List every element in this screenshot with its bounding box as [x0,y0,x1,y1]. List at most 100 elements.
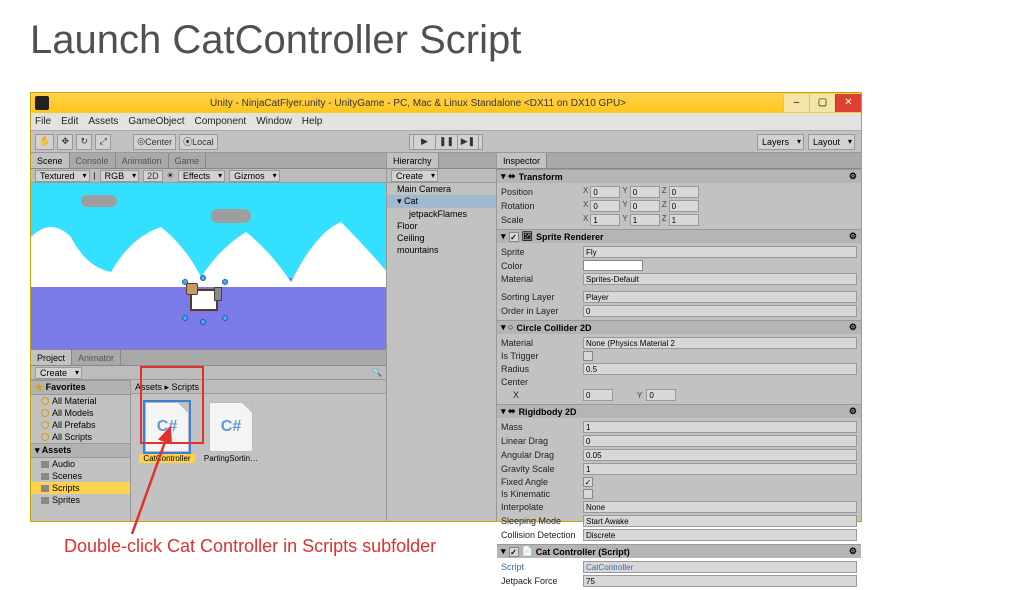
linear-drag[interactable] [583,435,857,447]
rot-z[interactable] [669,200,699,212]
scale-x[interactable] [590,214,620,226]
hier-jetpackflames[interactable]: jetpackFlames [387,208,496,220]
sprite-field[interactable]: Fly [583,246,857,258]
circle-collider-header[interactable]: ▾ ○ Circle Collider 2D⚙ [497,321,861,334]
project-content[interactable]: Assets ▸ Scripts C# CatController C# Par… [131,380,386,521]
fixed-angle[interactable]: ✓ [583,477,593,487]
pivot-local[interactable]: ⦿ Local [179,134,218,150]
menu-component[interactable]: Component [195,116,247,127]
gear-icon[interactable]: ⚙ [849,546,857,557]
folder-sprites[interactable]: Sprites [31,494,130,506]
tab-game[interactable]: Game [169,153,207,168]
center-x[interactable] [583,389,613,401]
move-tool[interactable]: ✥ [57,134,73,150]
cat-gameobject[interactable] [186,283,224,317]
angular-drag[interactable] [583,449,857,461]
minimize-button[interactable]: – [783,94,809,112]
tab-project[interactable]: Project [31,350,72,365]
rot-x[interactable] [590,200,620,212]
script-ref[interactable]: CatController [583,561,857,573]
catcontroller-header[interactable]: ▾ ✓ 📄 Cat Controller (Script)⚙ [497,545,861,558]
hier-main-camera[interactable]: Main Camera [387,183,496,195]
hier-mountains[interactable]: mountains [387,244,496,256]
order-in-layer[interactable] [583,305,857,317]
hierarchy-create[interactable]: Create [391,170,438,182]
folder-scenes[interactable]: Scenes [31,470,130,482]
mass[interactable] [583,421,857,433]
render-mode[interactable]: RGB [100,170,140,182]
rotate-tool[interactable]: ↻ [76,134,92,150]
pos-x[interactable] [590,186,620,198]
hand-tool[interactable]: ✋ [35,134,54,150]
collider-material[interactable]: None (Physics Material 2 [583,337,857,349]
hier-floor[interactable]: Floor [387,220,496,232]
fav-all-scripts[interactable]: All Scripts [31,431,130,443]
gear-icon[interactable]: ⚙ [849,406,857,417]
menu-help[interactable]: Help [302,116,323,127]
effects-dropdown[interactable]: Effects [178,170,225,182]
close-button[interactable]: ✕ [835,94,861,112]
search-icon[interactable]: 🔍 [372,368,382,377]
file-catcontroller[interactable]: C# CatController [139,402,195,463]
hier-cat[interactable]: ▾ Cat [387,195,496,208]
menu-gameobject[interactable]: GameObject [128,116,184,127]
collision-detection[interactable]: Discrete [583,529,857,541]
pivot-center[interactable]: ◎ Center [133,134,176,150]
project-panel: Project Animator Create 🔍 ★ Favorites Al… [31,349,386,521]
rigidbody-header[interactable]: ▾ ⬌ Rigidbody 2D⚙ [497,405,861,418]
gravity-scale[interactable] [583,463,857,475]
tab-inspector[interactable]: Inspector [497,153,547,168]
tab-animator[interactable]: Animator [72,350,121,365]
fav-all-material[interactable]: All Material [31,395,130,407]
color-field[interactable] [583,260,643,271]
sprite-renderer-header[interactable]: ▾ ✓ 🖼 Sprite Renderer⚙ [497,230,861,243]
fav-all-prefabs[interactable]: All Prefabs [31,419,130,431]
scale-tool[interactable]: ⤢ [95,134,111,150]
project-breadcrumb[interactable]: Assets ▸ Scripts [131,380,386,394]
pause-button[interactable]: ❚❚ [435,134,457,150]
gizmos-dropdown[interactable]: Gizmos [229,170,280,182]
file-partingsorting[interactable]: C# PartingSortin… [203,402,259,463]
tab-console[interactable]: Console [70,153,116,168]
step-button[interactable]: ▶❚ [457,134,479,150]
rot-y[interactable] [630,200,660,212]
tab-scene[interactable]: Scene [31,153,70,168]
project-create[interactable]: Create [35,367,82,379]
project-tree[interactable]: ★ Favorites All Material All Models All … [31,380,131,521]
scale-z[interactable] [669,214,699,226]
tab-hierarchy[interactable]: Hierarchy [387,153,439,168]
menu-assets[interactable]: Assets [88,116,118,127]
is-trigger[interactable] [583,351,593,361]
folder-audio[interactable]: Audio [31,458,130,470]
radius[interactable] [583,363,857,375]
material-field[interactable]: Sprites-Default [583,273,857,285]
menu-window[interactable]: Window [256,116,292,127]
transform-header[interactable]: ▾ ⬌ Transform⚙ [497,170,861,183]
jetpack-force[interactable] [583,575,857,587]
layout-dropdown[interactable]: Layout [808,134,855,150]
hier-ceiling[interactable]: Ceiling [387,232,496,244]
folder-scripts[interactable]: Scripts [31,482,130,494]
sleeping-mode[interactable]: Start Awake [583,515,857,527]
menu-edit[interactable]: Edit [61,116,78,127]
layers-dropdown[interactable]: Layers [757,134,804,150]
gear-icon[interactable]: ⚙ [849,171,857,182]
center-y[interactable] [646,389,676,401]
is-kinematic[interactable] [583,489,593,499]
play-button[interactable]: ▶ [413,134,435,150]
sorting-layer[interactable]: Player [583,291,857,303]
gear-icon[interactable]: ⚙ [849,231,857,242]
fav-all-models[interactable]: All Models [31,407,130,419]
gear-icon[interactable]: ⚙ [849,322,857,333]
2d-toggle[interactable]: 2D [143,170,163,182]
scene-view[interactable] [31,183,386,349]
pos-y[interactable] [630,186,660,198]
scale-y[interactable] [630,214,660,226]
maximize-button[interactable]: ▢ [809,94,835,112]
menu-file[interactable]: File [35,116,51,127]
tab-animation[interactable]: Animation [116,153,169,168]
titlebar[interactable]: Unity - NinjaCatFlyer.unity - UnityGame … [31,93,861,113]
shading-mode[interactable]: Textured [35,170,90,182]
pos-z[interactable] [669,186,699,198]
interpolate[interactable]: None [583,501,857,513]
